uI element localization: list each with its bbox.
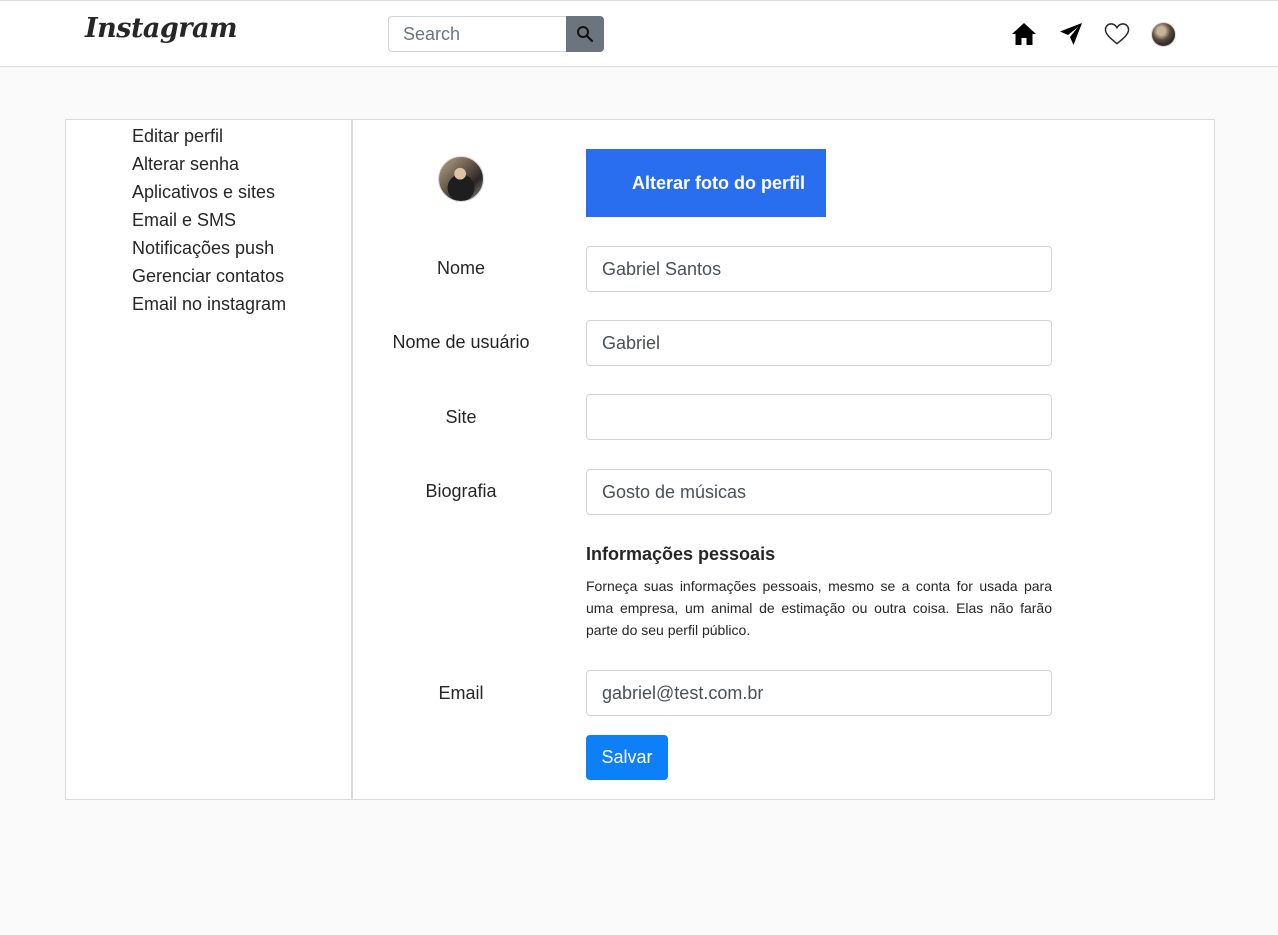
search-input[interactable] — [388, 16, 568, 52]
search-bar — [388, 16, 604, 52]
instagram-logo[interactable]: Instagram — [85, 13, 238, 44]
sidebar-item-change-password[interactable]: Alterar senha — [132, 152, 239, 176]
email-label: Email — [438, 683, 484, 703]
heart-icon — [1104, 23, 1130, 45]
sidebar-item-apps-sites[interactable]: Aplicativos e sites — [132, 180, 275, 204]
personal-info-title: Informações pessoais — [586, 544, 776, 564]
sidebar-item-push-notifications[interactable]: Notificações push — [132, 236, 274, 260]
sidebar-item-email-instagram[interactable]: Email no instagram — [132, 292, 286, 316]
bio-field[interactable] — [586, 469, 1052, 515]
paper-plane-icon — [1060, 23, 1082, 45]
email-field[interactable] — [586, 670, 1052, 716]
sidebar-item-manage-contacts[interactable]: Gerenciar contatos — [132, 264, 284, 288]
name-label: Nome — [436, 258, 485, 278]
bio-label: Biografia — [425, 481, 497, 501]
avatar[interactable] — [1151, 22, 1176, 47]
top-navbar: Instagram — [0, 0, 1278, 67]
settings-sidebar: Editar perfil Alterar senha Aplicativos … — [66, 120, 353, 799]
site-label: Site — [445, 407, 477, 427]
activity-button[interactable] — [1104, 21, 1130, 47]
site-field[interactable] — [586, 394, 1052, 440]
personal-info-description: Forneça suas informações pessoais, mesmo… — [586, 578, 1052, 638]
home-icon — [1012, 23, 1036, 45]
sidebar-item-email-sms[interactable]: Email e SMS — [132, 208, 236, 232]
save-button[interactable]: Salvar — [586, 735, 668, 780]
username-label: Nome de usuário — [392, 332, 530, 352]
change-photo-button[interactable]: Alterar foto do perfil — [586, 149, 826, 217]
direct-button[interactable] — [1058, 21, 1084, 47]
home-button[interactable] — [1011, 21, 1037, 47]
profile-avatar — [438, 156, 484, 202]
settings-panel: Editar perfil Alterar senha Aplicativos … — [65, 119, 1215, 800]
sidebar-item-edit-profile[interactable]: Editar perfil — [132, 124, 223, 148]
search-button[interactable] — [566, 16, 604, 52]
search-icon — [577, 26, 594, 43]
name-field[interactable] — [586, 246, 1052, 292]
username-field[interactable] — [586, 320, 1052, 366]
